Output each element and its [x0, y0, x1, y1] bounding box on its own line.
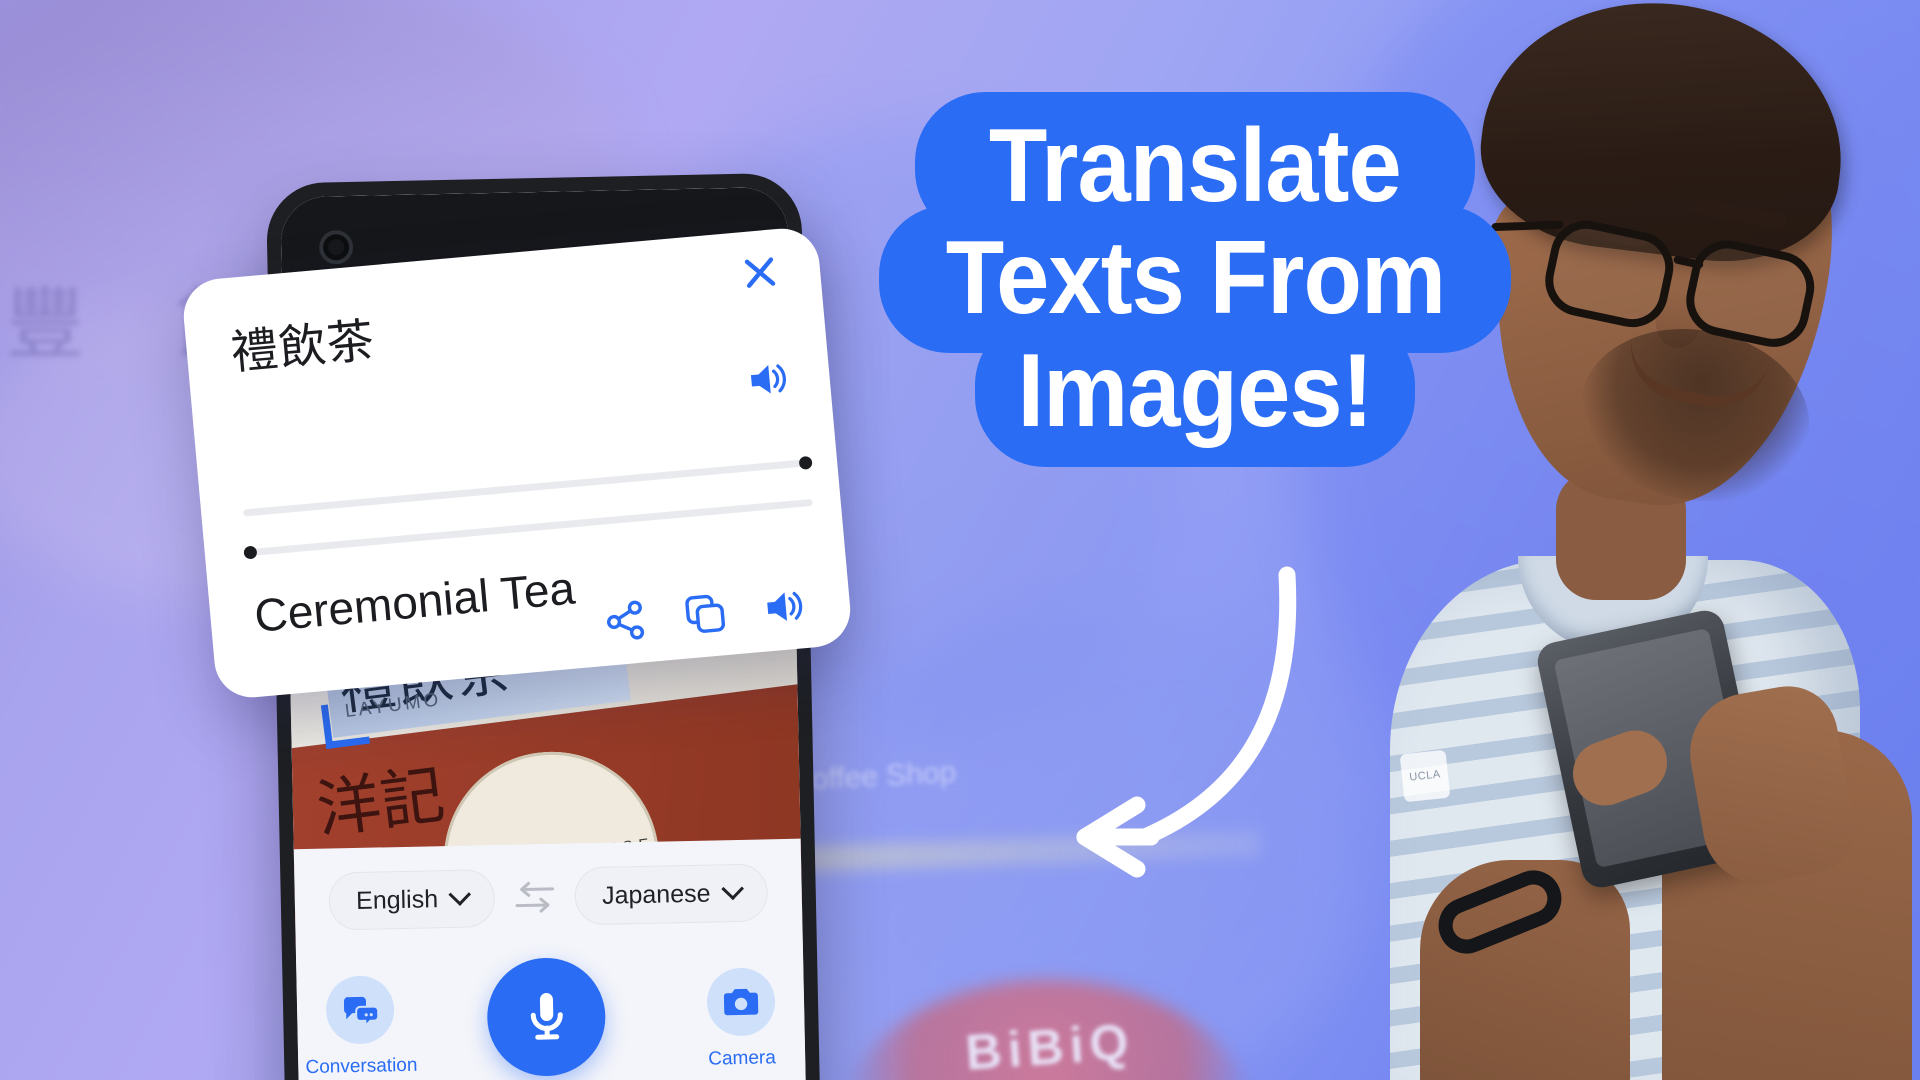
- headline-line-3-text: Images!: [1017, 332, 1373, 449]
- swap-arrows-icon[interactable]: [511, 877, 560, 918]
- target-language-label: Japanese: [601, 879, 711, 910]
- translation-card: 禮飲茶 Ceremonial Tea: [180, 225, 854, 701]
- phone-actions: Conversation Camera: [296, 956, 805, 1080]
- camera-icon: [706, 967, 776, 1037]
- curved-arrow-down-left-icon: [1076, 566, 1297, 878]
- chevron-down-icon: [448, 883, 472, 906]
- microphone-icon: [486, 956, 607, 1078]
- target-language-selector[interactable]: Japanese: [574, 863, 769, 926]
- camera-button[interactable]: Camera: [677, 967, 805, 1072]
- headline-line-2-text: Texts From: [945, 220, 1445, 337]
- close-x-icon[interactable]: [738, 251, 781, 294]
- phone-control-panel: English Japanese Conversation Camera: [293, 838, 807, 1080]
- language-bar: English Japanese: [294, 863, 802, 932]
- headline-line-1-text: Translate: [989, 108, 1402, 224]
- headline: Translate Texts From Images!: [835, 108, 1555, 449]
- secondary-sign-text: 洋記: [312, 758, 449, 849]
- share-icon[interactable]: [603, 598, 649, 644]
- conversation-label: Conversation: [305, 1054, 418, 1079]
- card-action-icons: [603, 584, 808, 644]
- source-language-selector[interactable]: English: [328, 869, 496, 931]
- speaker-icon[interactable]: [762, 584, 808, 630]
- speaker-icon[interactable]: [746, 357, 792, 403]
- source-language-label: English: [355, 884, 439, 915]
- translated-text: Ceremonial Tea: [252, 561, 577, 642]
- poster-canvas: 豐 飲 出 Coffee Shop BiBiQ UCLA: [0, 0, 1920, 1080]
- shirt-logo: UCLA: [1399, 749, 1451, 803]
- conversation-bubbles-icon: [325, 975, 395, 1045]
- copy-icon[interactable]: [682, 591, 728, 637]
- headline-line-2: Texts From: [835, 220, 1555, 336]
- camera-label: Camera: [708, 1047, 777, 1070]
- source-text: 禮飲茶: [228, 313, 378, 381]
- conversation-button[interactable]: Conversation: [296, 975, 424, 1080]
- microphone-button[interactable]: [486, 956, 615, 1078]
- chevron-down-icon: [721, 877, 744, 901]
